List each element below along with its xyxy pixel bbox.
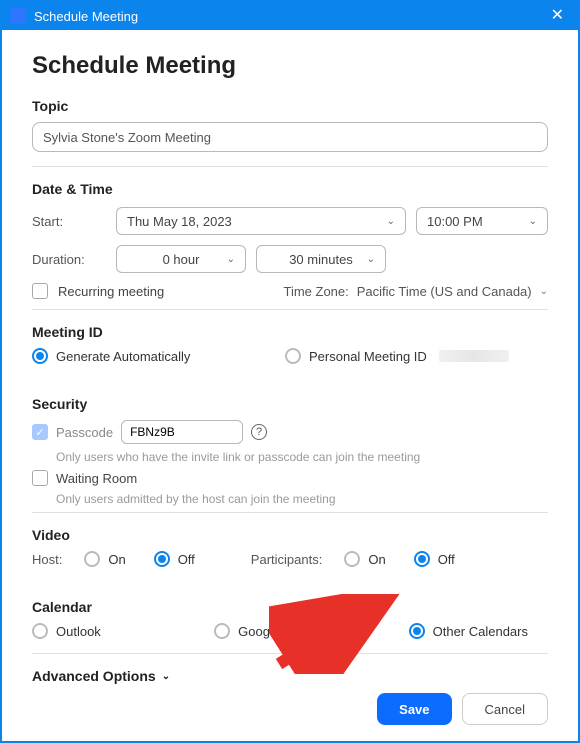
cancel-button[interactable]: Cancel [462, 693, 548, 725]
schedule-meeting-window: Schedule Meeting ✕ Schedule Meeting Topi… [0, 0, 580, 743]
host-label: Host: [32, 552, 62, 567]
topic-header: Topic [32, 98, 548, 114]
calendar-header: Calendar [32, 599, 548, 615]
start-date-value: Thu May 18, 2023 [127, 214, 232, 229]
duration-minutes-value: 30 minutes [289, 252, 353, 267]
personal-meeting-id-label: Personal Meeting ID [309, 349, 427, 364]
participants-on-radio[interactable] [344, 551, 360, 567]
waiting-room-label: Waiting Room [56, 471, 137, 486]
duration-hours-select[interactable]: 0 hour ⌄ [116, 245, 246, 273]
start-date-select[interactable]: Thu May 18, 2023 ⌄ [116, 207, 406, 235]
timezone-prefix: Time Zone: [283, 284, 348, 299]
chevron-down-icon: ⌄ [227, 254, 235, 265]
duration-hours-value: 0 hour [163, 252, 200, 267]
start-label: Start: [32, 214, 106, 229]
topic-input[interactable] [32, 122, 548, 152]
calendar-other-label: Other Calendars [433, 624, 528, 639]
security-header: Security [32, 396, 548, 412]
help-icon[interactable]: ? [251, 424, 267, 440]
recurring-checkbox[interactable] [32, 283, 48, 299]
zoom-app-icon [10, 8, 26, 24]
generate-auto-radio[interactable] [32, 348, 48, 364]
personal-meeting-id-radio[interactable] [285, 348, 301, 364]
chevron-down-icon: ⌄ [367, 254, 375, 265]
duration-minutes-select[interactable]: 30 minutes ⌄ [256, 245, 386, 273]
calendar-outlook-radio[interactable] [32, 623, 48, 639]
start-time-value: 10:00 PM [427, 214, 483, 229]
participants-label: Participants: [251, 552, 323, 567]
page-title: Schedule Meeting [32, 52, 548, 80]
duration-label: Duration: [32, 252, 106, 267]
advanced-options-toggle[interactable]: Advanced Options ⌄ [32, 668, 548, 684]
passcode-checkbox[interactable] [32, 424, 48, 440]
participants-off-label: Off [438, 552, 455, 567]
titlebar: Schedule Meeting ✕ [2, 2, 578, 30]
passcode-label: Passcode [56, 425, 113, 440]
chevron-down-icon: ⌄ [387, 216, 395, 227]
waiting-room-hint: Only users admitted by the host can join… [56, 492, 548, 506]
video-header: Video [32, 527, 548, 543]
personal-meeting-id-value [439, 350, 509, 362]
recurring-label: Recurring meeting [58, 284, 164, 299]
host-on-label: On [108, 552, 125, 567]
generate-auto-label: Generate Automatically [56, 349, 190, 364]
close-icon[interactable]: ✕ [545, 6, 570, 26]
save-button[interactable]: Save [377, 693, 451, 725]
window-title: Schedule Meeting [34, 9, 138, 24]
meeting-id-header: Meeting ID [32, 324, 548, 340]
passcode-input[interactable] [121, 420, 243, 444]
participants-on-label: On [368, 552, 385, 567]
chevron-down-icon: ⌄ [529, 216, 537, 227]
timezone-value: Pacific Time (US and Canada) [357, 284, 532, 299]
advanced-options-label: Advanced Options [32, 668, 156, 684]
chevron-down-icon: ⌄ [540, 286, 548, 297]
waiting-room-checkbox[interactable] [32, 470, 48, 486]
chevron-down-icon: ⌄ [162, 671, 170, 682]
datetime-header: Date & Time [32, 181, 548, 197]
calendar-outlook-label: Outlook [56, 624, 101, 639]
start-time-select[interactable]: 10:00 PM ⌄ [416, 207, 548, 235]
calendar-google-label: Google Calendar [238, 624, 336, 639]
host-on-radio[interactable] [84, 551, 100, 567]
calendar-other-radio[interactable] [409, 623, 425, 639]
participants-off-radio[interactable] [414, 551, 430, 567]
host-off-radio[interactable] [154, 551, 170, 567]
calendar-google-radio[interactable] [214, 623, 230, 639]
passcode-hint: Only users who have the invite link or p… [56, 450, 548, 464]
host-off-label: Off [178, 552, 195, 567]
timezone-select[interactable]: Time Zone: Pacific Time (US and Canada) … [283, 284, 548, 299]
